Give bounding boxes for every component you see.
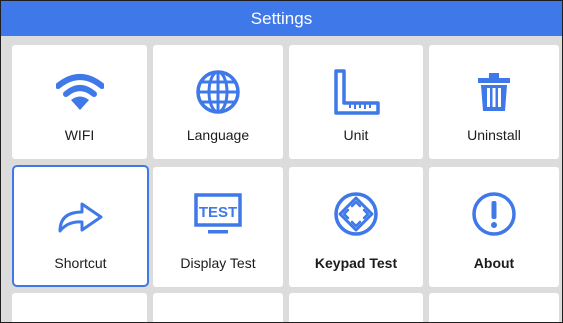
page-title: Settings	[250, 8, 313, 28]
display-test-icon: TEST	[194, 191, 242, 237]
display-test-icon-text: TEST	[199, 204, 237, 221]
ruler-icon	[332, 69, 380, 115]
globe-icon	[194, 69, 242, 115]
trash-icon	[470, 69, 518, 115]
tile-label: Unit	[343, 127, 369, 143]
tile-uninstall[interactable]: Uninstall	[429, 45, 559, 159]
tile-label: Shortcut	[54, 255, 107, 271]
tile-partial[interactable]	[153, 293, 283, 322]
tile-display-test[interactable]: TEST Display Test	[153, 167, 283, 287]
tile-label: WIFI	[64, 127, 95, 143]
share-arrow-icon	[57, 193, 105, 239]
tile-partial[interactable]	[12, 293, 147, 322]
tile-keypad-test[interactable]: Keypad Test	[289, 167, 423, 287]
title-bar: Settings	[1, 1, 562, 36]
tile-partial[interactable]	[289, 293, 423, 322]
tile-label: Keypad Test	[314, 255, 398, 271]
tile-label: Uninstall	[467, 127, 521, 143]
tile-wifi[interactable]: WIFI	[12, 45, 147, 159]
tile-shortcut[interactable]: Shortcut	[12, 165, 149, 287]
tile-partial[interactable]	[429, 293, 559, 322]
tile-about[interactable]: About	[429, 167, 559, 287]
tile-unit[interactable]: Unit	[289, 45, 423, 159]
wifi-icon	[55, 69, 104, 115]
tile-label: Display Test	[180, 255, 256, 271]
tile-label: Language	[186, 127, 250, 143]
info-exclamation-icon	[470, 191, 518, 237]
tile-label: About	[473, 255, 515, 271]
settings-grid: WIFI Language Unit Uninstall Shortcut TE…	[1, 36, 562, 322]
settings-screen: Settings WIFI Language Unit Uninstall Sh…	[0, 0, 563, 323]
tile-language[interactable]: Language	[153, 45, 283, 159]
keypad-arrows-icon	[332, 191, 380, 237]
